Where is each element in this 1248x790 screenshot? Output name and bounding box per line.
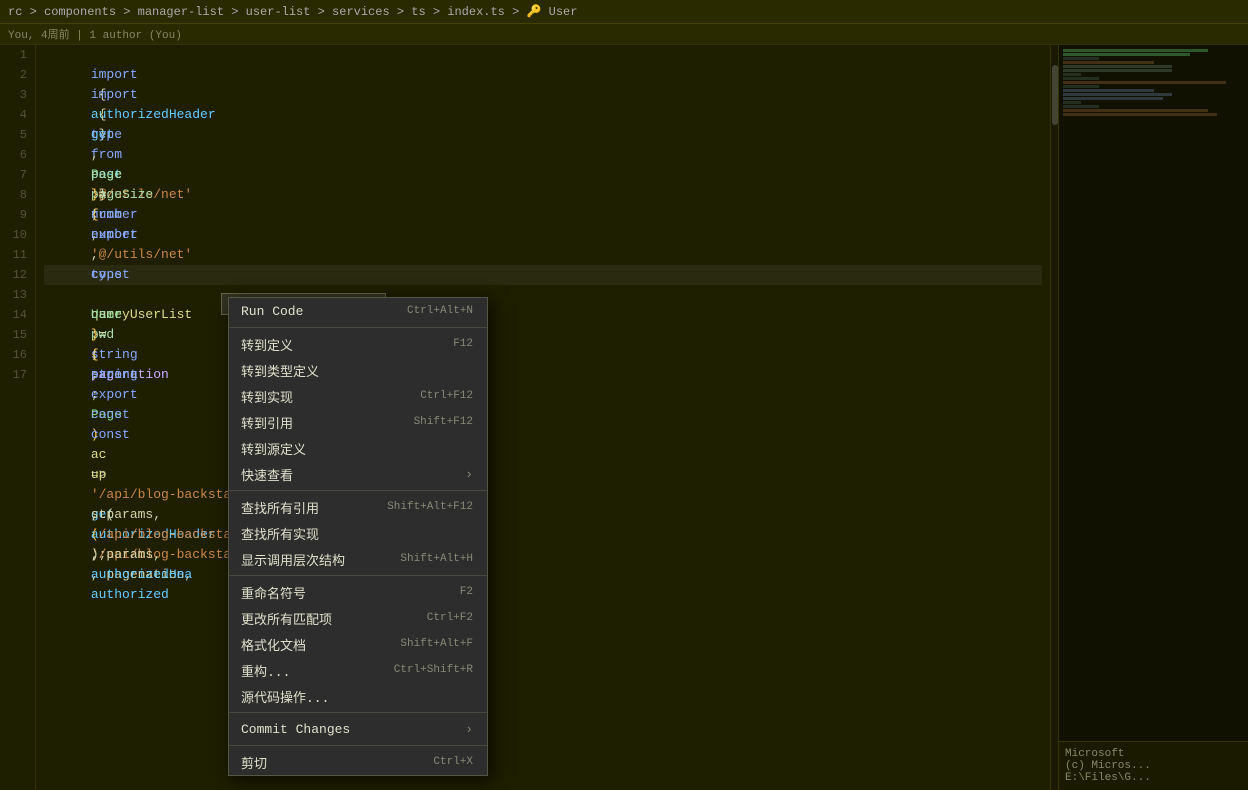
menu-item-rename[interactable]: 重命名符号 F2 [229,579,487,605]
editor-area: 1 2 3 4 5 6 7 8 9 10 11 12 13 14 15 16 1… [0,45,1248,790]
code-line-13: pwd : string ; [44,285,1042,305]
menu-item-change-all[interactable]: 更改所有匹配项 Ctrl+F2 [229,605,487,631]
menu-item-source-action[interactable]: 源代码操作... [229,683,487,709]
code-line-14: } ; [44,305,1042,325]
menu-separator-3 [229,575,487,576]
menu-separator-1 [229,327,487,328]
code-line-10 [44,225,1042,245]
right-panel-info: Microsoft (c) Micros... E:\Files\G... [1059,741,1248,790]
code-line-11: type User = { [44,245,1042,265]
author-line: You, 4周前 | 1 author (You) [0,24,1248,45]
code-line-12: name : string ; [44,265,1042,285]
scrollbar-thumb[interactable] [1052,65,1058,125]
breadcrumb: rc > components > manager-list > user-li… [0,0,1248,24]
menu-separator-5 [229,745,487,746]
menu-separator-4 [229,712,487,713]
menu-item-run-code[interactable]: Run Code Ctrl+Alt+N [229,298,487,324]
menu-item-quick-view[interactable]: 快速查看 › [229,461,487,487]
author-text: You, 4周前 | 1 author (You) [8,30,182,42]
code-line-8 [44,185,1042,205]
menu-item-goto-ref[interactable]: 转到引用 Shift+F12 [229,409,487,435]
menu-item-find-all-impl[interactable]: 查找所有实现 [229,520,487,546]
code-line-6: pageSize : number , [44,145,1042,165]
menu-item-find-all-refs[interactable]: 查找所有引用 Shift+Alt+F12 [229,494,487,520]
line-numbers: 1 2 3 4 5 6 7 8 9 10 11 12 13 14 15 16 1… [0,45,36,790]
scrollbar[interactable] [1050,45,1058,790]
menu-item-format[interactable]: 格式化文档 Shift+Alt+F [229,631,487,657]
right-info-2: (c) Micros... [1065,760,1242,772]
code-line-17: export const up st( '/api/blog-backstage… [44,365,1042,385]
code-line-15 [44,325,1042,345]
code-editor[interactable]: import { authorizedHeader } from '@/util… [36,45,1050,790]
menu-item-goto-def[interactable]: 转到定义 F12 [229,331,487,357]
code-line-5: page : number , [44,125,1042,145]
menu-item-cut[interactable]: 剪切 Ctrl+X [229,749,487,775]
right-panel: Microsoft (c) Micros... E:\Files\G... [1058,45,1248,790]
code-line-2: import { get , post } from '@/utils/net' [44,65,1042,85]
breadcrumb-text: rc > components > manager-list > user-li… [8,4,577,19]
menu-item-goto-type-def[interactable]: 转到类型定义 [229,357,487,383]
code-line-3 [44,85,1042,105]
code-line-9: export const queryUserList = ( pagenatio… [44,205,1042,225]
menu-item-commit[interactable]: Commit Changes › [229,716,487,742]
right-info-1: Microsoft [1065,748,1242,760]
minimap-content [1059,45,1248,121]
menu-separator-2 [229,490,487,491]
code-line-1: import { authorizedHeader } from '@/util… [44,45,1042,65]
code-line-7: } [44,165,1042,185]
code-line-16: export const ac '/api/blog-backstage/use… [44,345,1042,365]
right-info-3: E:\Files\G... [1065,772,1242,784]
menu-item-goto-impl[interactable]: 转到实现 Ctrl+F12 [229,383,487,409]
menu-item-refactor[interactable]: 重构... Ctrl+Shift+R [229,657,487,683]
context-menu[interactable]: Run Code Ctrl+Alt+N 转到定义 F12 转到类型定义 转到实现… [228,297,488,776]
menu-item-call-hierarchy[interactable]: 显示调用层次结构 Shift+Alt+H [229,546,487,572]
menu-item-goto-src-def[interactable]: 转到源定义 [229,435,487,461]
minimap [1059,45,1248,741]
